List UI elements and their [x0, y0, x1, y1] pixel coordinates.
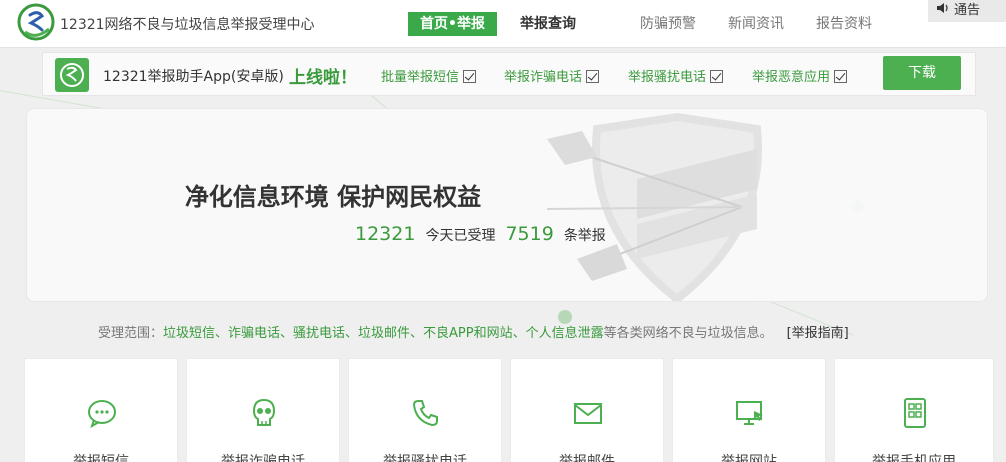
feature-label: 举报恶意应用 [752, 70, 831, 85]
report-guide-link[interactable]: [举报指南] [787, 326, 849, 341]
scope-categories: 垃圾短信、诈骗电话、骚扰电话、垃圾邮件、不良APP和网站、个人信息泄露 [163, 326, 604, 341]
announcement-label: 通告 [954, 3, 981, 18]
scope-prefix: 受理范围： [98, 326, 164, 341]
sms-bubble-icon [88, 400, 116, 429]
envelope-icon [574, 403, 602, 424]
nav-report-query[interactable]: 举报查询 [520, 12, 576, 36]
app-logo-icon [55, 58, 89, 92]
site-logo-icon[interactable] [16, 2, 56, 42]
app-online-text: 上线啦！ [289, 68, 357, 88]
hotline-number: 12321 [355, 223, 416, 245]
skull-icon [252, 398, 276, 426]
feature-batch-sms: 批量举报短信 [381, 66, 477, 85]
nav-news[interactable]: 新闻资讯 [728, 12, 784, 36]
top-header: 12321网络不良与垃圾信息举报受理中心 首页•举报 举报查询 防骗预警 新闻资… [0, 0, 1006, 48]
card-label: 举报手机应用 [872, 454, 956, 462]
nav-home-report[interactable]: 首页•举报 [408, 12, 497, 36]
card-report-email[interactable]: 举报邮件 [510, 358, 664, 462]
today-label: 今天已受理 [425, 228, 496, 244]
card-label: 举报诈骗电话 [221, 454, 305, 462]
nav-fraud-alert[interactable]: 防骗预警 [640, 12, 696, 36]
today-count: 7519 [505, 223, 554, 245]
announcement-button[interactable]: 通告 [928, 0, 1006, 22]
card-report-sms[interactable]: 举报短信 [24, 358, 178, 462]
card-report-harass-call[interactable]: 举报骚扰电话 [348, 358, 502, 462]
nav-reports[interactable]: 报告资料 [816, 12, 872, 36]
speaker-icon [936, 0, 950, 22]
report-stats: 12321 今天已受理 7519 条举报 [355, 223, 616, 245]
checkbox-icon [834, 70, 848, 83]
hero-panel: 净化信息环境 保护网民权益 12321 今天已受理 7519 条举报 [26, 108, 988, 302]
feature-label: 举报骚扰电话 [628, 70, 707, 85]
card-report-fraud-call[interactable]: 举报诈骗电话 [186, 358, 340, 462]
site-title: 12321网络不良与垃圾信息举报受理中心 [60, 17, 315, 33]
card-label: 举报骚扰电话 [383, 454, 467, 462]
checkbox-icon [710, 70, 724, 83]
card-report-mobile-app[interactable]: 举报手机应用 [834, 358, 994, 462]
app-name: 12321举报助手App(安卓版) [103, 69, 284, 85]
card-label: 举报短信 [73, 454, 129, 462]
app-promo-banner: 12321举报助手App(安卓版) 上线啦！ 批量举报短信 举报诈骗电话 举报骚… [42, 52, 976, 96]
feature-malicious-app: 举报恶意应用 [752, 66, 848, 85]
phone-icon [412, 400, 438, 427]
feature-fraud-call: 举报诈骗电话 [504, 66, 600, 85]
scope-suffix: 等各类网络不良与垃圾信息。 [603, 326, 773, 341]
card-label: 举报网站 [721, 454, 777, 462]
feature-label: 批量举报短信 [381, 70, 460, 85]
checkbox-icon [586, 70, 600, 83]
download-button[interactable]: 下载 [883, 56, 961, 90]
hero-slogan: 净化信息环境 保护网民权益 [184, 183, 482, 211]
count-suffix: 条举报 [563, 228, 606, 244]
app-grid-icon [904, 398, 926, 428]
report-scope: 受理范围：垃圾短信、诈骗电话、骚扰电话、垃圾邮件、不良APP和网站、个人信息泄露… [98, 322, 849, 341]
checkbox-icon [463, 70, 477, 83]
feature-harass-call: 举报骚扰电话 [628, 66, 724, 85]
monitor-cursor-icon [736, 401, 763, 425]
feature-label: 举报诈骗电话 [504, 70, 583, 85]
card-label: 举报邮件 [559, 454, 615, 462]
card-report-website[interactable]: 举报网站 [672, 358, 826, 462]
